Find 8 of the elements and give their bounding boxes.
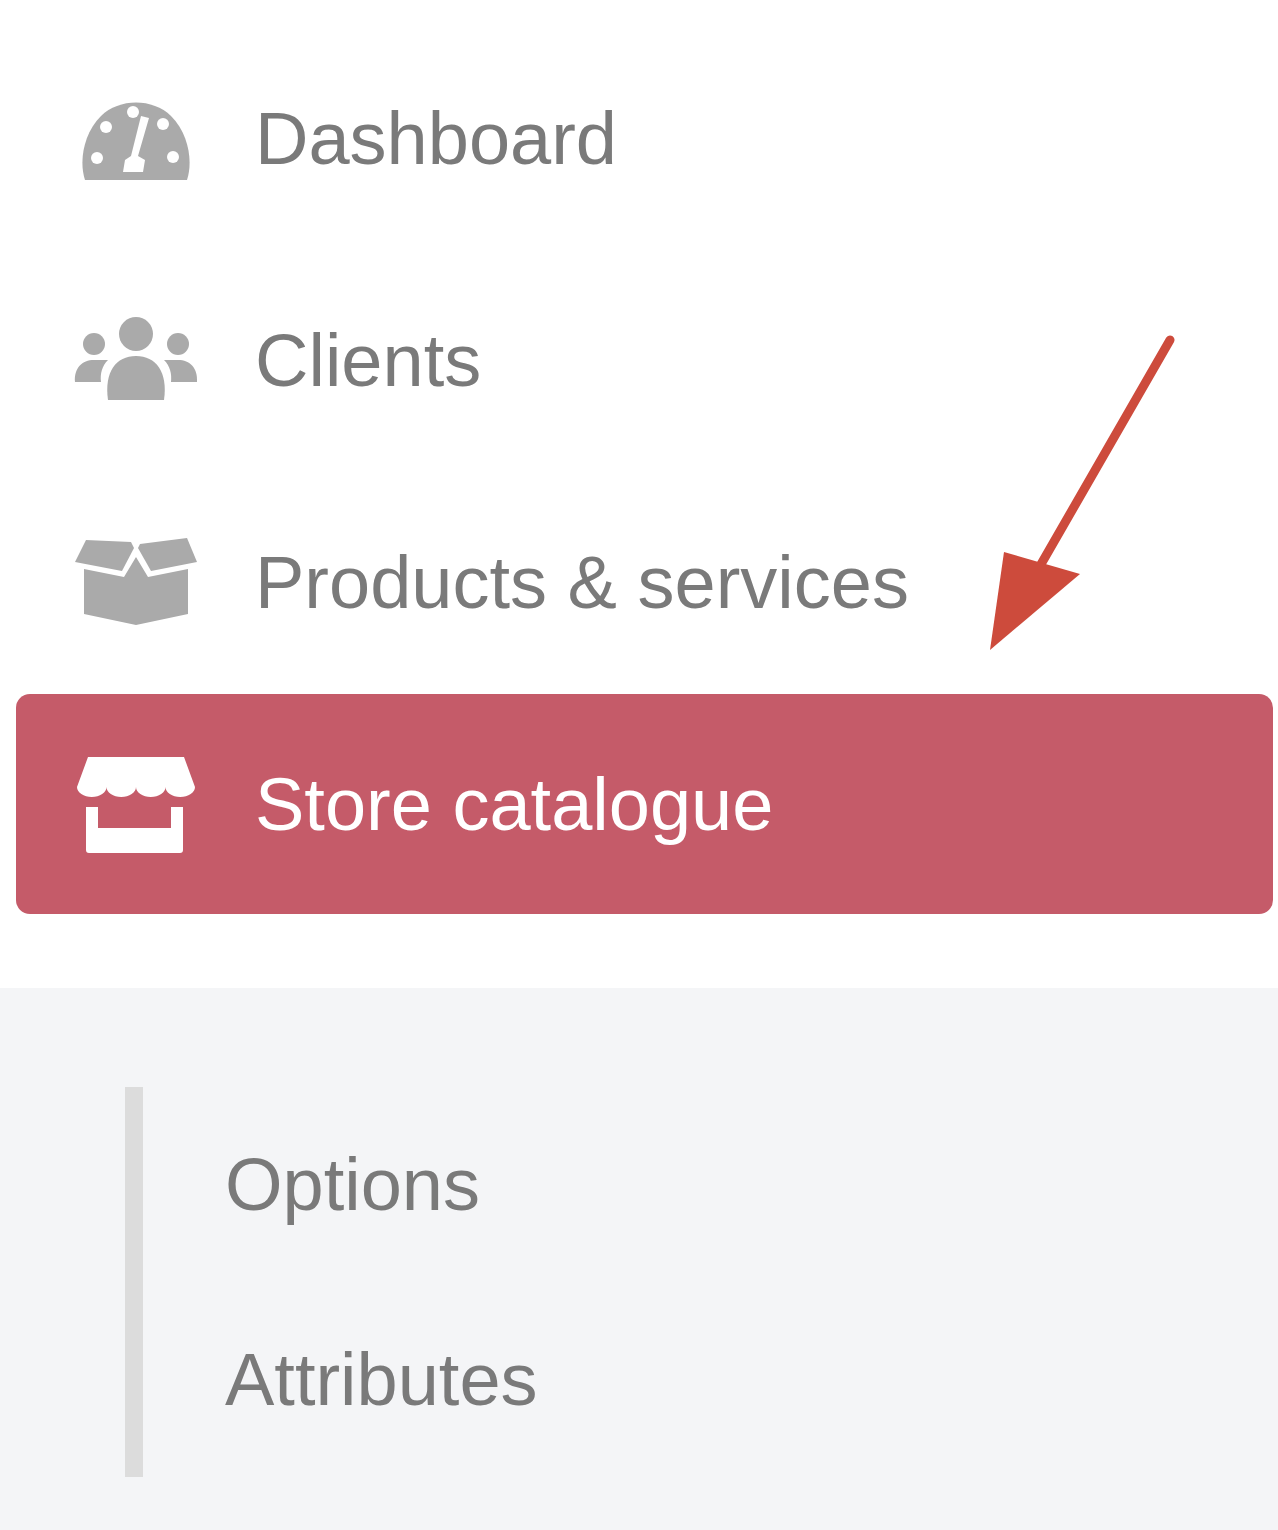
submenu-item[interactable]: Options (143, 1087, 481, 1282)
nav-item[interactable]: Store catalogue (16, 694, 1273, 914)
submenu-item[interactable]: Attributes (143, 1282, 538, 1477)
storefront-icon (76, 755, 196, 853)
nav-item[interactable]: Clients (16, 250, 1273, 470)
nav-item[interactable]: Products & services (16, 472, 1273, 692)
box-icon (74, 538, 198, 626)
nav-item[interactable]: Dashboard (16, 28, 1273, 248)
